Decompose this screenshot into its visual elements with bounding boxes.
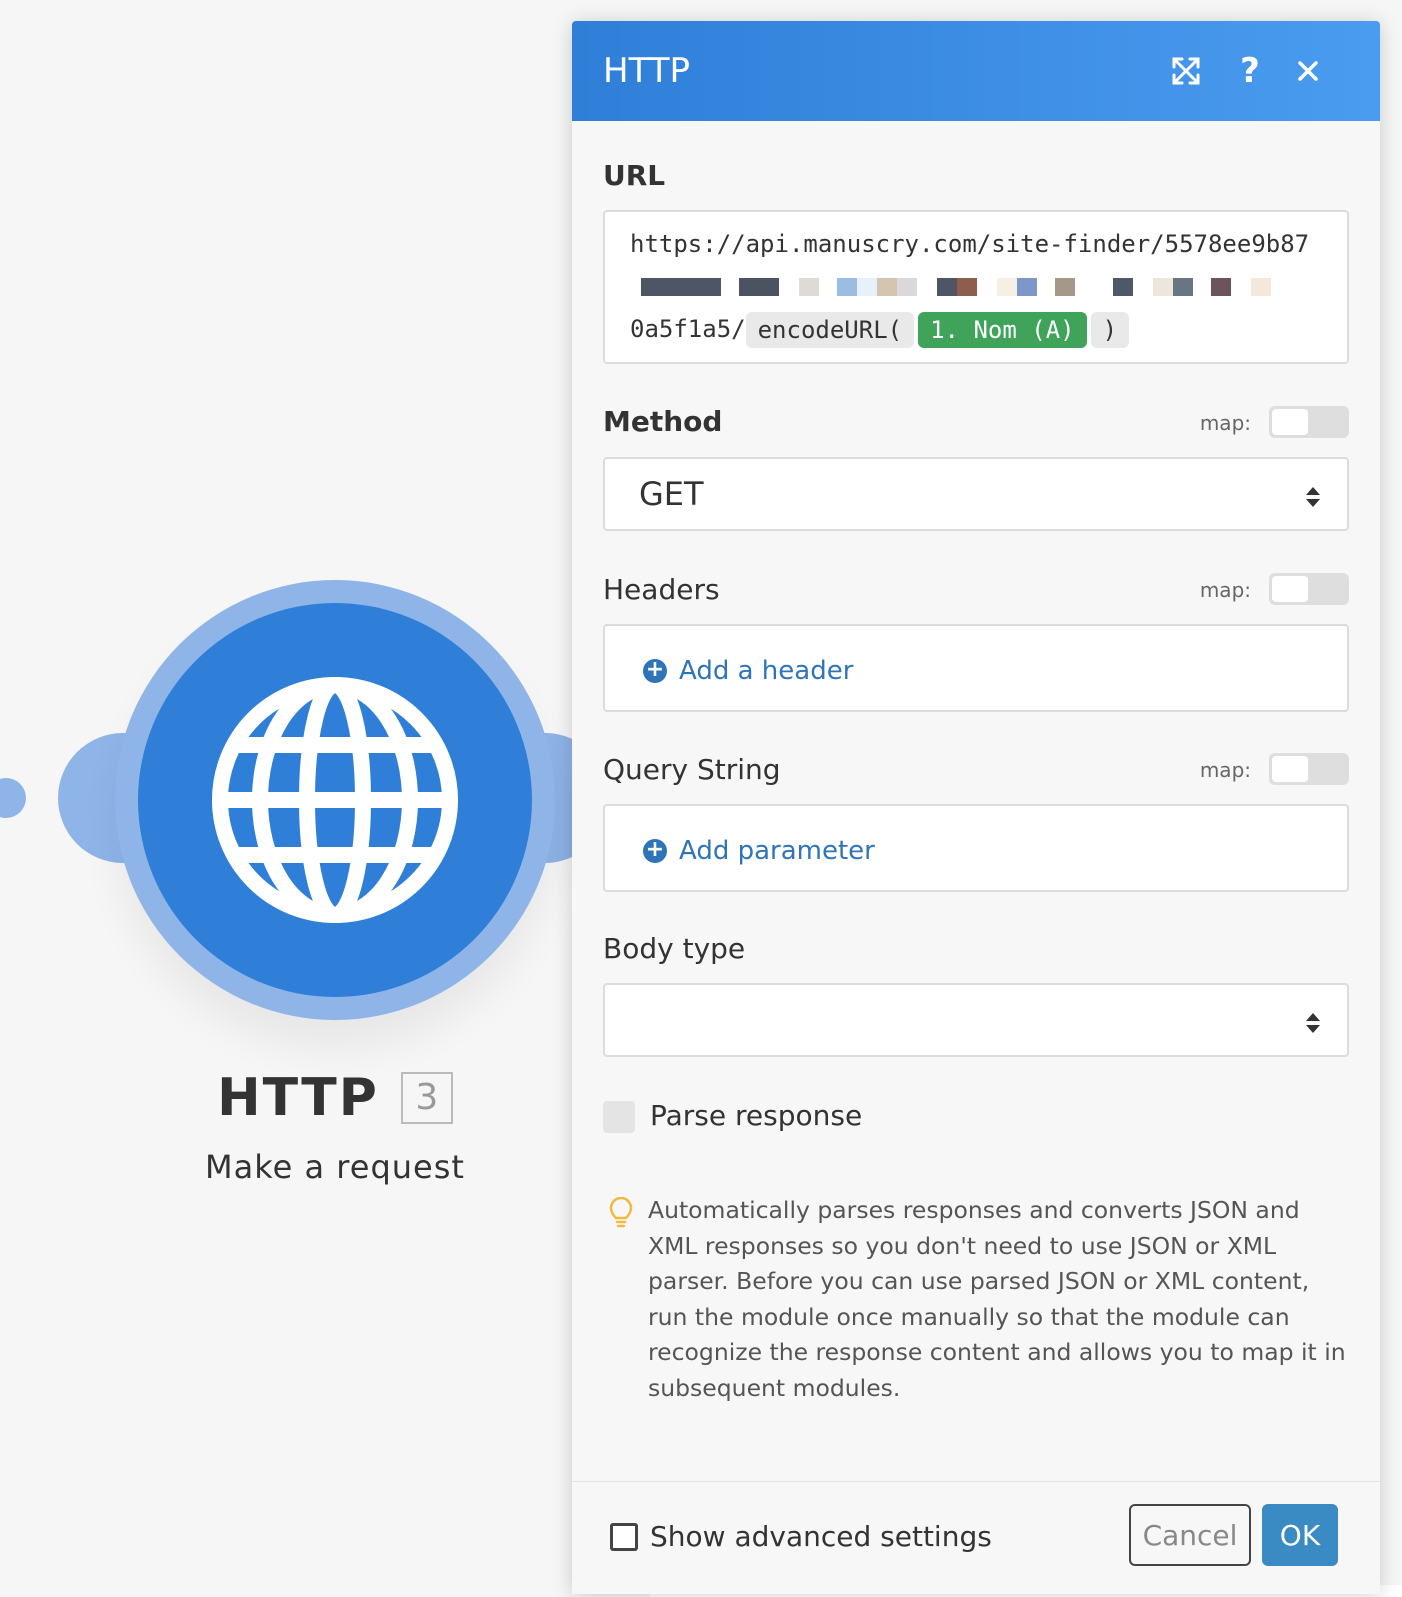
help-icon[interactable]: ? (1230, 51, 1270, 91)
http-settings-dialog: HTTP ? URL https://api.manuscry.com/site… (572, 21, 1380, 1594)
add-parameter-button[interactable]: + Add parameter (643, 836, 875, 866)
dialog-title: HTTP (603, 51, 691, 91)
url-text-suffix: 0a5f1a5/ (630, 315, 746, 343)
query-string-box: + Add parameter (603, 804, 1349, 892)
body-type-label: Body type (603, 932, 746, 965)
method-select[interactable]: GET (603, 457, 1349, 531)
add-header-label: Add a header (679, 656, 854, 686)
connector-dot (0, 778, 26, 818)
toggle-knob (1272, 409, 1308, 435)
url-text-line: https://api.manuscry.com/site-finder/557… (630, 230, 1310, 258)
method-map-label: map: (1199, 411, 1251, 435)
advanced-settings-checkbox[interactable] (610, 1522, 638, 1551)
show-advanced-settings[interactable]: Show advanced settings (610, 1520, 992, 1553)
query-string-map-label: map: (1199, 758, 1251, 782)
headers-map-label: map: (1199, 578, 1251, 602)
add-parameter-label: Add parameter (679, 836, 875, 866)
parse-response-checkbox[interactable] (603, 1101, 635, 1133)
close-icon[interactable] (1288, 51, 1328, 91)
toggle-knob (1272, 756, 1308, 782)
body-type-select[interactable] (603, 983, 1349, 1057)
url-mapping-line: 0a5f1a5/encodeURL(1. Nom (A)) (630, 312, 1130, 348)
url-label: URL (603, 159, 666, 192)
toggle-knob (1272, 576, 1308, 602)
add-header-button[interactable]: + Add a header (643, 656, 853, 686)
lightbulb-icon (609, 1197, 633, 1228)
module-id-badge: 3 (400, 1072, 453, 1124)
module-title: HTTP (217, 1068, 379, 1128)
headers-box: + Add a header (603, 624, 1349, 712)
function-chip-close[interactable]: ) (1090, 312, 1130, 348)
advanced-settings-label: Show advanced settings (650, 1520, 992, 1553)
function-chip-encodeurl[interactable]: encodeURL( (745, 312, 915, 348)
method-map-toggle[interactable] (1269, 406, 1349, 438)
module-subtitle: Make a request (205, 1148, 465, 1186)
headers-map-toggle[interactable] (1269, 573, 1349, 605)
variable-chip[interactable]: 1. Nom (A) (918, 312, 1087, 348)
url-input[interactable]: https://api.manuscry.com/site-finder/557… (603, 210, 1349, 364)
expand-icon[interactable] (1166, 51, 1206, 91)
dialog-header: HTTP ? (572, 21, 1380, 121)
ok-button[interactable]: OK (1262, 1504, 1338, 1566)
query-string-label: Query String (603, 753, 781, 786)
parse-response-hint: Automatically parses responses and conve… (648, 1196, 1346, 1402)
http-module[interactable] (138, 603, 532, 997)
select-arrows-icon (1306, 487, 1320, 507)
method-select-value: GET (639, 475, 704, 513)
module-title-row: HTTP 3 (0, 1068, 670, 1128)
plus-circle-icon: + (643, 839, 667, 863)
parse-response-label[interactable]: Parse response (650, 1099, 862, 1132)
method-label: Method (603, 405, 723, 438)
select-arrows-icon (1306, 1013, 1320, 1033)
cancel-button[interactable]: Cancel (1129, 1504, 1251, 1566)
globe-icon (212, 677, 458, 923)
headers-label: Headers (603, 573, 720, 606)
query-string-map-toggle[interactable] (1269, 753, 1349, 785)
plus-circle-icon: + (643, 659, 667, 683)
dialog-footer: Show advanced settings Cancel OK (572, 1481, 1380, 1594)
